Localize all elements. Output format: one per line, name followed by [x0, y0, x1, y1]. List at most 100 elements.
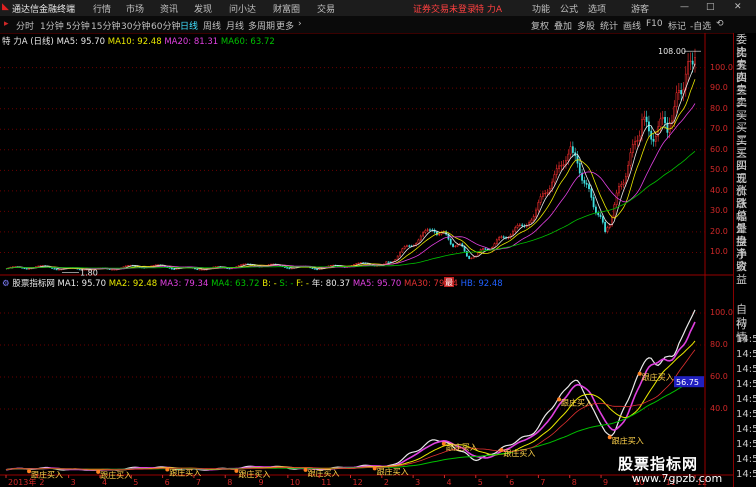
- menu-market[interactable]: 市场: [126, 2, 144, 15]
- menu-wealth[interactable]: 财富圈: [273, 2, 300, 15]
- candle-body: [449, 238, 452, 245]
- featured-stock[interactable]: 特 力A: [475, 2, 502, 15]
- app-logo-icon: ◣: [2, 2, 9, 12]
- login-status[interactable]: 证券交易未登录: [413, 2, 476, 15]
- candle-body: [152, 265, 155, 267]
- value-tag: 56.75: [676, 378, 699, 387]
- candle-body: [330, 265, 332, 267]
- candle-body: [537, 202, 540, 211]
- signal-dot: [441, 441, 446, 446]
- period-tab-more[interactable]: 更多: [276, 19, 294, 32]
- tick-list-item: 14:50: [736, 469, 756, 480]
- x-axis-label: 2: [39, 478, 44, 487]
- signal-label: 跟庄买入: [612, 435, 644, 445]
- menu-function[interactable]: 功能: [532, 2, 550, 15]
- candle-body: [37, 265, 40, 268]
- candle-body: [689, 60, 692, 63]
- kline-chart[interactable]: 108.001.80最 跟庄买入 跟庄买入 跟庄买入 跟庄买入 跟庄买入 跟庄买入跟庄买入…: [0, 33, 733, 487]
- x-axis-label: 9: [259, 478, 264, 487]
- candle-body: [240, 264, 242, 266]
- price-tick-label: 90.0: [710, 83, 728, 93]
- period-tab-15min[interactable]: 15分钟: [91, 19, 120, 32]
- watermark: 股票指标网 www.7gpzb.com: [618, 453, 730, 487]
- watermark-url: www.7gpzb.com: [632, 472, 723, 485]
- candle-body: [562, 164, 565, 166]
- indicator-tick-label: 80.0: [710, 340, 728, 349]
- candle-body: [585, 182, 588, 185]
- menu-discover[interactable]: 发现: [194, 2, 212, 15]
- maximize-icon[interactable]: □: [706, 2, 715, 12]
- period-tab-1min[interactable]: 1分钟: [40, 19, 64, 32]
- menu-formula[interactable]: 公式: [560, 2, 578, 15]
- candle-body: [532, 216, 535, 221]
- candle-body: [659, 118, 662, 127]
- minimize-icon[interactable]: —: [680, 2, 689, 12]
- candle-body: [664, 117, 666, 124]
- candle-body: [194, 267, 196, 270]
- tool-refresh-icon[interactable]: ⟲: [716, 19, 724, 29]
- quote-side-panel[interactable]: 委比 卖五 卖四 卖三 卖二 卖一 买一 买二 买三 买四 买五 现价 涨跌 涨幅 总量 外盘 换手 净资 收益 自…: [733, 33, 756, 487]
- signal-dot: [557, 397, 562, 402]
- signal-dot: [27, 469, 32, 474]
- candle-body: [634, 141, 636, 145]
- menu-ask[interactable]: 问小达: [229, 2, 256, 15]
- menu-quotes[interactable]: 行情: [93, 2, 111, 15]
- candle-body: [597, 212, 600, 216]
- tick-list-item: 14:50: [736, 454, 756, 465]
- candle-body: [171, 268, 173, 270]
- tick-list-item: 14:50: [736, 439, 756, 450]
- period-tab-60min[interactable]: 60分钟: [151, 19, 180, 32]
- tool-overlay[interactable]: 叠加: [554, 19, 572, 32]
- tool-draw[interactable]: 画线: [623, 19, 641, 32]
- menu-options[interactable]: 选项: [588, 2, 606, 15]
- price-tick-label: 100.0: [710, 62, 733, 72]
- candle-body: [311, 267, 314, 269]
- period-tab-30min[interactable]: 30分钟: [121, 19, 150, 32]
- price-tick-label: 30.0: [710, 206, 728, 216]
- period-tab-5min[interactable]: 5分钟: [66, 19, 90, 32]
- signal-label: 跟庄买入: [377, 466, 409, 476]
- menu-trade[interactable]: 交易: [317, 2, 335, 15]
- tool-stats[interactable]: 统计: [600, 19, 618, 32]
- candle-body: [629, 152, 632, 166]
- period-tab-timeshare[interactable]: 分时: [16, 19, 34, 32]
- candle-body: [652, 139, 655, 142]
- ind-ma1-line: [5, 309, 696, 471]
- candle-body: [535, 209, 537, 217]
- candle-body: [25, 268, 28, 270]
- candle-body: [355, 263, 358, 265]
- period-tab-weekly[interactable]: 周线: [203, 19, 221, 32]
- period-tab-daily[interactable]: 日线: [180, 19, 198, 32]
- candle-body: [401, 248, 404, 253]
- period-tab-monthly[interactable]: 月线: [226, 19, 244, 32]
- low-price-label: 1.80: [80, 268, 98, 277]
- watermark-title: 股票指标网: [618, 455, 699, 473]
- close-icon[interactable]: ✕: [734, 2, 742, 12]
- candle-body: [618, 186, 620, 194]
- x-axis-label: 2013年: [8, 477, 36, 487]
- candle-body: [500, 236, 503, 238]
- candle-body: [578, 162, 581, 174]
- signal-label: 跟庄买入: [642, 372, 674, 382]
- candle-body: [691, 60, 694, 65]
- tool-multi-stock[interactable]: 多股: [577, 19, 595, 32]
- candle-body: [560, 165, 563, 167]
- period-tab-multi[interactable]: 多周期: [248, 19, 275, 32]
- menu-news[interactable]: 资讯: [160, 2, 178, 15]
- candle-body: [539, 196, 542, 203]
- more-chevron-icon[interactable]: ›: [298, 19, 302, 29]
- app-title: 通达信金融终端: [12, 5, 76, 15]
- tool-f10[interactable]: F10: [646, 19, 663, 29]
- user-label[interactable]: 游客: [631, 2, 649, 15]
- tool-mark[interactable]: 标记: [668, 19, 686, 32]
- tool-watchlist[interactable]: -自选: [690, 19, 711, 32]
- candle-body: [530, 219, 533, 223]
- x-axis-label: 6: [165, 478, 170, 487]
- candle-body: [403, 246, 406, 249]
- candle-body: [687, 61, 689, 75]
- candle-body: [399, 251, 401, 257]
- candle-body: [565, 160, 567, 165]
- ma60-line: [5, 150, 696, 270]
- tool-adjust[interactable]: 复权: [531, 19, 549, 32]
- signal-label: 跟庄买入: [446, 442, 478, 452]
